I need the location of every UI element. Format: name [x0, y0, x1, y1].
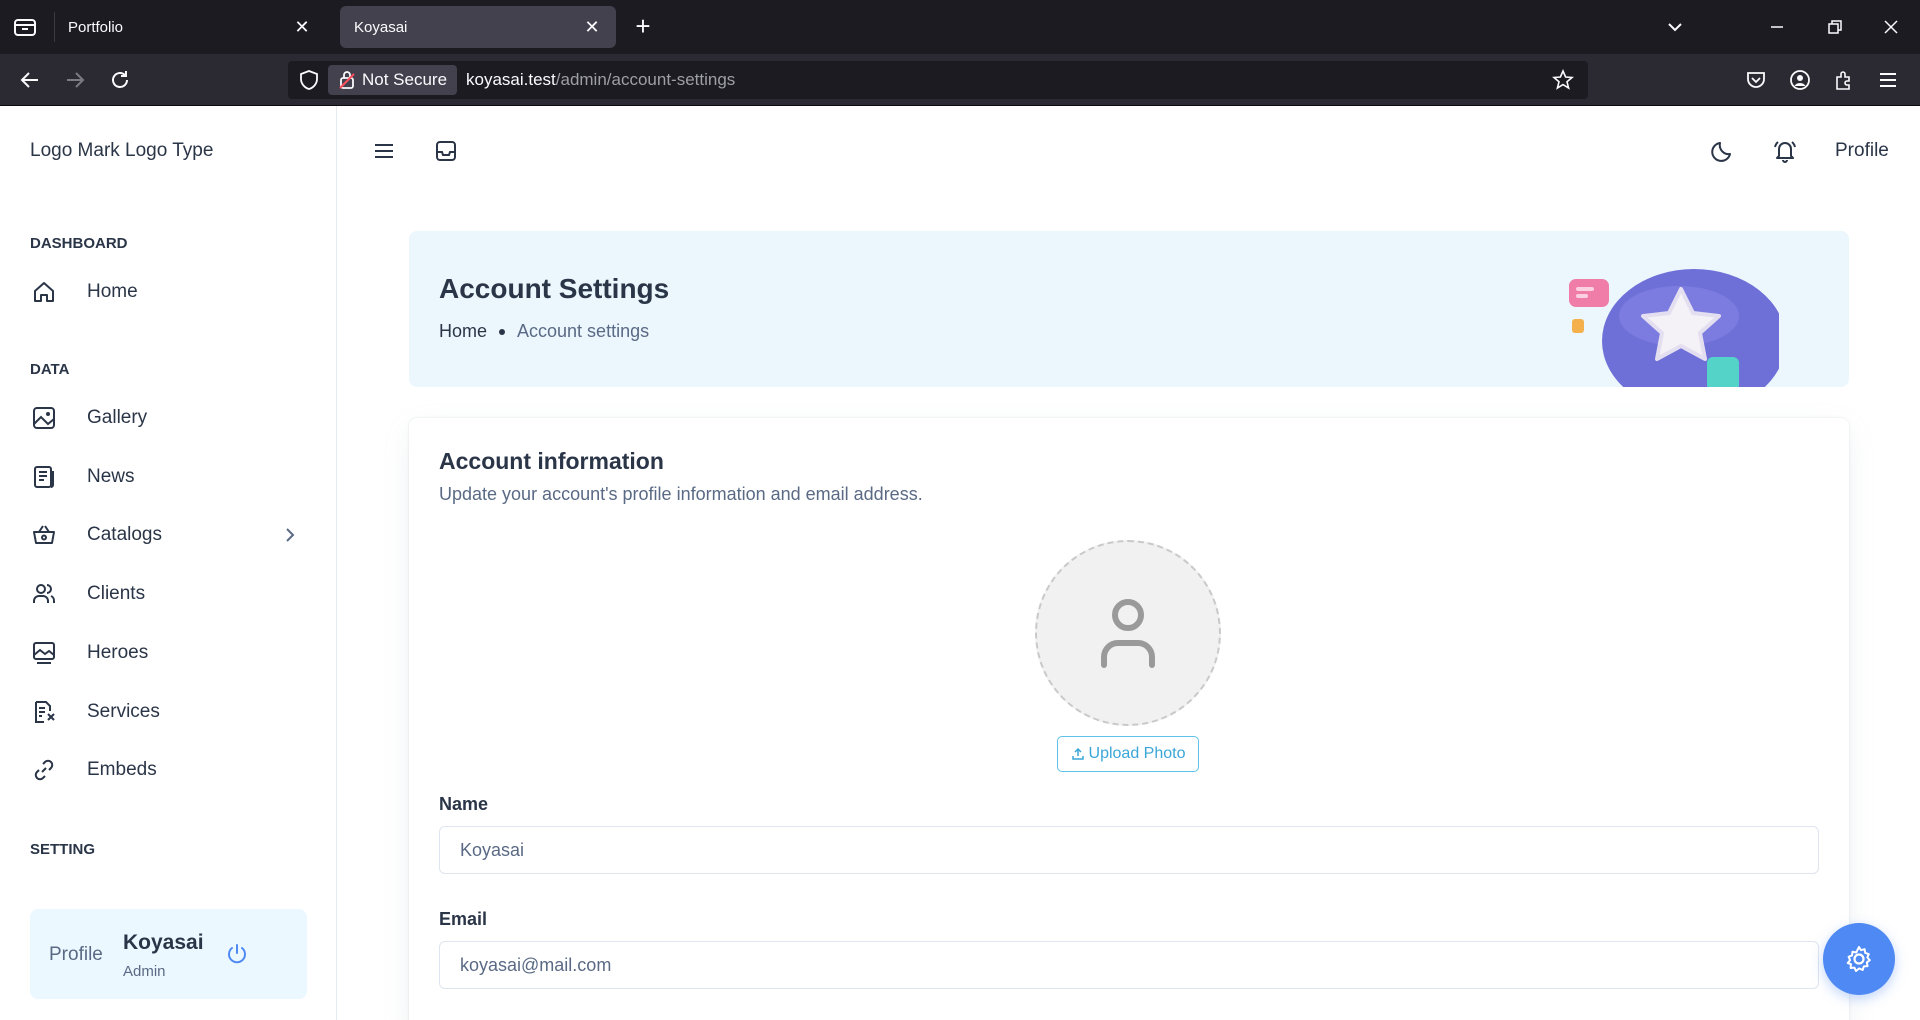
news-icon: [30, 463, 58, 491]
logo[interactable]: Logo Mark Logo Type: [30, 140, 213, 162]
section-label-setting: SETTING: [30, 841, 96, 858]
link-icon: [30, 756, 58, 784]
upload-photo-label: Upload Photo: [1088, 745, 1186, 762]
new-tab-icon[interactable]: +: [630, 13, 656, 40]
not-secure-label: Not Secure: [362, 70, 448, 89]
breadcrumb-home[interactable]: Home: [439, 321, 487, 342]
power-icon[interactable]: [224, 941, 250, 967]
tab-portfolio[interactable]: Portfolio ✕: [54, 6, 326, 48]
browser-nav-bar: Not Secure koyasai.test/admin/account-se…: [0, 54, 1920, 106]
breadcrumb-separator: [499, 328, 506, 335]
card-subtitle: Update your account's profile informatio…: [439, 484, 923, 504]
sidebar-item-home[interactable]: Home: [30, 272, 300, 312]
back-icon[interactable]: [16, 66, 44, 94]
reload-icon[interactable]: [106, 66, 134, 94]
extensions-icon[interactable]: [1830, 66, 1858, 94]
card-title: Account information: [439, 448, 664, 474]
sidebar-item-label: News: [87, 466, 135, 487]
sidebar-item-label: Home: [87, 281, 138, 302]
banner-illustration: [1569, 261, 1786, 387]
menu-icon[interactable]: [1874, 66, 1902, 94]
home-icon: [30, 278, 58, 306]
forward-icon[interactable]: [61, 66, 89, 94]
header-profile-link[interactable]: Profile: [1835, 140, 1889, 162]
tab-list-icon[interactable]: [12, 16, 38, 38]
tab-title: Koyasai: [354, 18, 408, 36]
breadcrumb-current: Account settings: [517, 321, 650, 341]
email-field[interactable]: [439, 941, 1819, 989]
section-label-data: DATA: [30, 361, 70, 378]
page-banner: Account Settings Home Account settings: [409, 231, 1849, 387]
photo-icon: [30, 639, 58, 667]
users-icon: [30, 580, 58, 608]
tab-title: Portfolio: [68, 18, 124, 36]
upload-icon: [1071, 747, 1084, 760]
sidebar-item-embeds[interactable]: Embeds: [30, 750, 300, 790]
sidebar-item-catalogs[interactable]: Catalogs: [30, 515, 300, 555]
sidebar-profile-card: Profile Koyasai Admin: [30, 909, 307, 999]
browser-tab-bar: Portfolio ✕ Koyasai ✕ +: [0, 0, 1920, 54]
restore-icon[interactable]: [1822, 14, 1848, 40]
user-icon: [1101, 599, 1155, 668]
name-label: Name: [439, 794, 489, 814]
profile-label: Profile: [49, 944, 103, 965]
insecure-lock-icon: [339, 71, 355, 89]
close-icon[interactable]: ✕: [292, 17, 312, 37]
settings-fab-button[interactable]: [1823, 923, 1895, 995]
url-text[interactable]: koyasai.test/admin/account-settings: [466, 70, 735, 90]
gear-icon: [1846, 946, 1871, 972]
sidebar-item-label: Catalogs: [87, 524, 162, 545]
bookmark-star-icon[interactable]: [1552, 68, 1574, 91]
chevron-right-icon[interactable]: [280, 525, 300, 545]
sidebar-item-label: Clients: [87, 583, 146, 604]
minimize-icon[interactable]: [1764, 14, 1790, 40]
bell-icon[interactable]: [1770, 136, 1800, 166]
breadcrumb: Home Account settings: [439, 321, 649, 342]
url-path: /admin/account-settings: [555, 70, 736, 89]
upload-photo-button[interactable]: Upload Photo: [1057, 736, 1199, 772]
inbox-icon[interactable]: [431, 136, 461, 166]
sidebar-item-label: Embeds: [87, 759, 157, 780]
sidebar: Logo Mark Logo Type DASHBOARD Home DATA …: [0, 106, 337, 1020]
name-field[interactable]: [439, 826, 1819, 874]
not-secure-badge[interactable]: Not Secure: [328, 65, 458, 95]
account-information-card: Account information Update your account'…: [409, 418, 1849, 1020]
sidebar-item-clients[interactable]: Clients: [30, 574, 300, 614]
sidebar-item-label: Services: [87, 701, 160, 722]
image-icon: [30, 404, 58, 432]
profile-name: Koyasai: [123, 931, 204, 954]
section-label-dashboard: DASHBOARD: [30, 235, 128, 252]
email-label: Email: [439, 909, 488, 929]
sidebar-item-gallery[interactable]: Gallery: [30, 398, 300, 438]
url-bar[interactable]: Not Secure koyasai.test/admin/account-se…: [288, 61, 1588, 99]
tab-koyasai[interactable]: Koyasai ✕: [340, 6, 616, 48]
sidebar-item-services[interactable]: Services: [30, 692, 300, 732]
url-host: koyasai.test: [466, 70, 556, 89]
file-icon: [30, 698, 58, 726]
sidebar-item-news[interactable]: News: [30, 457, 300, 497]
close-icon[interactable]: ✕: [582, 17, 602, 37]
tab-overflow-chevron-icon[interactable]: [1662, 14, 1688, 40]
shield-icon[interactable]: [298, 69, 320, 91]
sidebar-item-label: Heroes: [87, 642, 149, 663]
sidebar-item-label: Gallery: [87, 407, 148, 428]
moon-icon[interactable]: [1708, 136, 1738, 166]
profile-role: Admin: [123, 963, 166, 980]
avatar-placeholder[interactable]: [1035, 540, 1221, 726]
hamburger-menu-icon[interactable]: [369, 136, 399, 166]
sidebar-item-heroes[interactable]: Heroes: [30, 633, 300, 673]
pocket-icon[interactable]: [1742, 66, 1770, 94]
account-icon[interactable]: [1786, 66, 1814, 94]
window-close-icon[interactable]: [1878, 14, 1904, 40]
page-title: Account Settings: [439, 273, 670, 304]
basket-icon: [30, 521, 58, 549]
